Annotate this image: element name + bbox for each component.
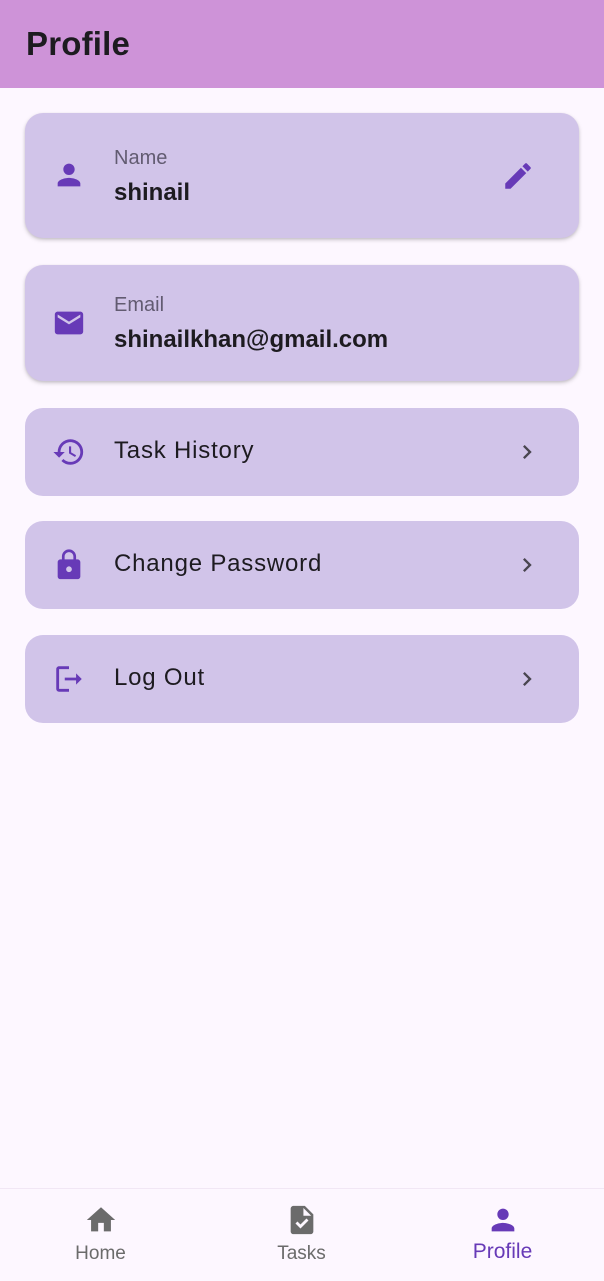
person-icon	[52, 158, 86, 192]
logout-label: Log Out	[114, 664, 205, 691]
mail-icon	[52, 306, 86, 340]
person-icon	[486, 1203, 520, 1237]
chevron-right-icon	[513, 551, 541, 579]
bottom-navigation: Home Tasks Profile	[0, 1188, 604, 1280]
page-title: Profile	[26, 25, 131, 62]
nav-item-profile[interactable]: Profile	[402, 1189, 603, 1281]
edit-icon[interactable]	[501, 159, 535, 193]
task-history-label: Task History	[114, 437, 255, 464]
app-bar: Profile	[0, 0, 604, 88]
name-label: Name	[114, 147, 168, 169]
history-icon	[52, 435, 86, 469]
change-password-item[interactable]: Change Password	[25, 521, 579, 609]
change-password-label: Change Password	[114, 550, 323, 577]
chevron-right-icon	[513, 665, 541, 693]
home-icon	[84, 1203, 118, 1237]
email-card: Email shinailkhan@gmail.com	[25, 265, 579, 381]
lock-icon	[52, 548, 86, 582]
chevron-right-icon	[513, 438, 541, 466]
nav-item-tasks[interactable]: Tasks	[201, 1189, 402, 1281]
task-history-item[interactable]: Task History	[25, 408, 579, 496]
email-value: shinailkhan@gmail.com	[114, 326, 389, 353]
nav-label-profile: Profile	[472, 1240, 533, 1263]
nav-item-home[interactable]: Home	[0, 1189, 201, 1281]
name-value: shinail	[114, 179, 191, 206]
logout-item[interactable]: Log Out	[25, 635, 579, 723]
nav-label-home: Home	[75, 1243, 126, 1264]
email-label: Email	[114, 294, 165, 316]
nav-label-tasks: Tasks	[277, 1243, 326, 1264]
task-file-icon	[285, 1203, 319, 1237]
logout-icon	[52, 662, 86, 696]
name-card: Name shinail	[25, 113, 579, 238]
